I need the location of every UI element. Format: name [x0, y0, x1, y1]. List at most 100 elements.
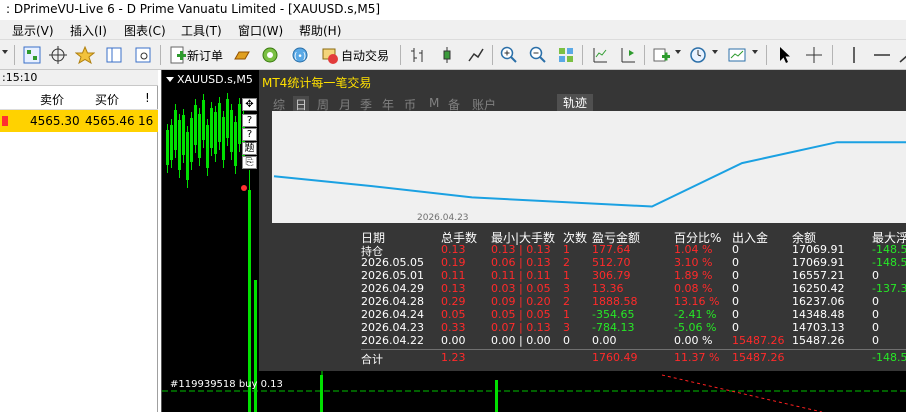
track-button[interactable]: 轨迹: [557, 94, 593, 112]
toolbar: 新订单 ((•)) 自动交易: [0, 40, 906, 70]
row-4-balance: 14348.48: [792, 308, 845, 321]
terminal-search-icon[interactable]: [133, 45, 153, 65]
trendline-icon[interactable]: [898, 45, 906, 65]
auto-trading-button[interactable]: 自动交易: [341, 47, 389, 64]
horizontal-line-icon[interactable]: [872, 45, 892, 65]
candle-body: [254, 280, 257, 412]
candle-body: [238, 104, 241, 144]
equity-line: [273, 141, 906, 208]
navigator-icon[interactable]: [104, 45, 124, 65]
row-6-pct: 0.00 %: [674, 334, 713, 347]
new-order-button[interactable]: 新订单: [187, 47, 223, 64]
row-1-lots: 0.11: [441, 269, 466, 282]
candle-body: [210, 108, 213, 148]
row-1-flow: 0: [732, 269, 739, 282]
line-chart-icon[interactable]: [466, 45, 486, 65]
crosshair-move-icon[interactable]: [48, 45, 68, 65]
topic-button[interactable]: 题: [242, 142, 257, 155]
candlestick-icon[interactable]: [437, 45, 457, 65]
row-1-pnl: 306.79: [592, 269, 631, 282]
row-4-lots: 0.05: [441, 308, 466, 321]
row-5-count: 3: [563, 321, 570, 334]
row-2-pnl: 13.36: [592, 282, 624, 295]
bar-chart-icon[interactable]: [408, 45, 428, 65]
move-handle-icon[interactable]: ✥: [242, 98, 257, 111]
tile-windows-icon[interactable]: [556, 45, 576, 65]
indicators-icon[interactable]: [651, 45, 671, 65]
window-title: : DPrimeVU-Live 6 - D Prime Vanuatu Limi…: [6, 2, 381, 16]
autoscroll-icon[interactable]: [618, 45, 638, 65]
row-0-lots: 0.19: [441, 256, 466, 269]
chevron-down-icon[interactable]: [2, 50, 8, 54]
new-order-icon[interactable]: [167, 45, 187, 65]
candle-body: [166, 130, 169, 165]
menu-tools[interactable]: 工具(T): [181, 22, 222, 39]
templates-icon[interactable]: [727, 45, 747, 65]
title-bar: : DPrimeVU-Live 6 - D Prime Vanuatu Limi…: [0, 0, 906, 20]
auto-trading-icon[interactable]: [319, 45, 339, 65]
trade-marker: [241, 185, 247, 191]
holding-pnl: 177.64: [592, 243, 631, 256]
total-lots: 1.23: [441, 351, 466, 364]
row-3-pct: 13.16 %: [674, 295, 720, 308]
periods-clock-icon[interactable]: [688, 45, 708, 65]
zoom-in-icon[interactable]: [499, 45, 519, 65]
candle-body: [174, 110, 177, 150]
candle-body: [230, 110, 233, 152]
chart-shift-icon[interactable]: [590, 45, 610, 65]
menu-insert[interactable]: 插入(I): [70, 22, 107, 39]
chevron-down-icon[interactable]: [752, 50, 758, 54]
holding-count: 1: [563, 243, 570, 256]
zoom-out-icon[interactable]: [528, 45, 548, 65]
gold-bar-icon[interactable]: [232, 45, 252, 65]
cursor-icon[interactable]: [774, 45, 794, 65]
row-3-flow: 0: [732, 295, 739, 308]
row-2-flow: 0: [732, 282, 739, 295]
ask-column-header[interactable]: 买价: [95, 91, 119, 108]
row-1-pct: 1.89 %: [674, 269, 713, 282]
help-button-2[interactable]: ?: [242, 128, 257, 141]
candle-body: [182, 115, 185, 155]
market-watch-panel: :15:10 卖价 买价 ! 4565.30 4565.46 16: [0, 70, 158, 412]
copy-icon[interactable]: ⎘: [242, 156, 257, 169]
spread-column-header[interactable]: !: [145, 91, 150, 105]
vertical-line-icon[interactable]: [844, 45, 864, 65]
tab-magic[interactable]: M: [429, 96, 439, 110]
row-6-date: 2026.04.22: [361, 334, 424, 347]
row-4-pct: -2.41 %: [674, 308, 717, 321]
market-icon[interactable]: ((•)): [290, 45, 310, 65]
bid-column-header[interactable]: 卖价: [40, 91, 64, 108]
help-button[interactable]: ?: [242, 114, 257, 127]
open-order-label: #119939518 buy 0.13: [170, 379, 283, 390]
chevron-down-icon[interactable]: [675, 50, 681, 54]
menu-view[interactable]: 显示(V): [12, 22, 54, 39]
equity-date-label: 2026.04.23: [417, 213, 469, 223]
row-3-minmax: 0.09 | 0.20: [491, 295, 551, 308]
symbol-row[interactable]: 4565.30 4565.46 16: [0, 110, 158, 132]
row-5-balance: 14703.13: [792, 321, 845, 334]
profiles-icon[interactable]: [22, 45, 42, 65]
candle-body: [194, 105, 197, 145]
menu-charts[interactable]: 图表(C): [124, 22, 166, 39]
menu-window[interactable]: 窗口(W): [238, 22, 283, 39]
candle-body: [170, 125, 173, 160]
total-flow: 15487.26: [732, 351, 785, 364]
row-3-date: 2026.04.28: [361, 295, 424, 308]
signals-icon[interactable]: [260, 45, 280, 65]
chevron-down-icon[interactable]: [712, 50, 718, 54]
symbol-row-indicator: [2, 116, 8, 126]
svg-text:((•)): ((•)): [290, 52, 309, 62]
row-0-pnl: 512.70: [592, 256, 631, 269]
chart-window[interactable]: XAUUSD.s,M5 ✥ ? ? 题 ⎘ MT4统计每一笔交易 综 日 周 月…: [161, 70, 906, 412]
favorites-icon[interactable]: [74, 45, 96, 65]
menu-help[interactable]: 帮助(H): [299, 22, 341, 39]
holding-pct: 1.04 %: [674, 243, 713, 256]
crosshair-icon[interactable]: [804, 45, 824, 65]
row-3-balance: 16237.06: [792, 295, 845, 308]
row-3-maxdd: 0: [872, 295, 879, 308]
row-0-minmax: 0.06 | 0.13: [491, 256, 551, 269]
spread-value: 16: [138, 114, 154, 128]
row-2-minmax: 0.03 | 0.05: [491, 282, 551, 295]
row-5-date: 2026.04.23: [361, 321, 424, 334]
row-2-count: 3: [563, 282, 570, 295]
